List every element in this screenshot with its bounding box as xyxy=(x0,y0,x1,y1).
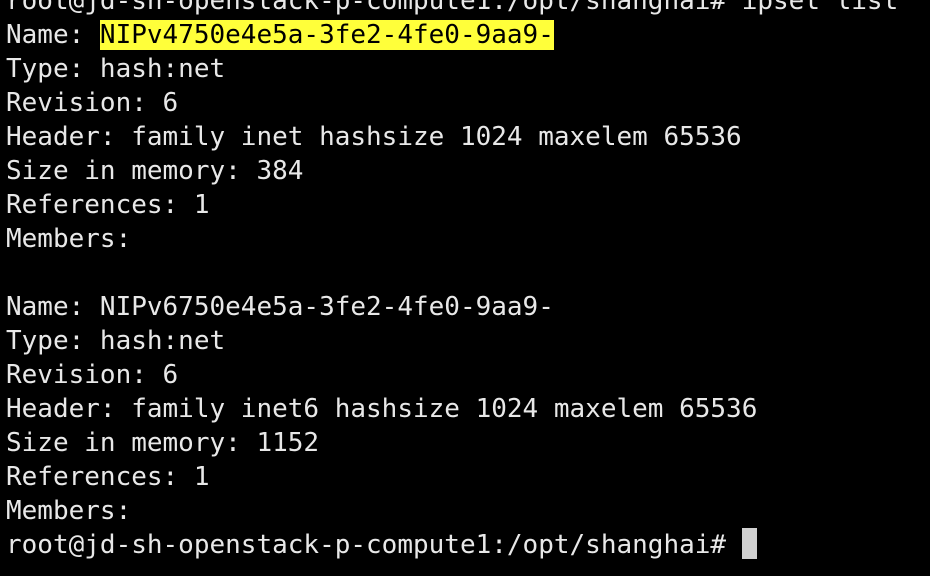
set1-type-line: Type: hash:net xyxy=(6,54,226,84)
set1-name-line: Name: NIPv4750e4e5a-3fe2-4fe0-9aa9- xyxy=(6,18,898,52)
set1-name-label: Name: xyxy=(6,20,100,50)
terminal-window[interactable]: root@jd-sh-openstack-p-compute1:/opt/sha… xyxy=(0,0,930,576)
set2-members-line: Members: xyxy=(6,496,132,526)
set2-references-line: References: 1 xyxy=(6,462,210,492)
set2-type-line: Type: hash:net xyxy=(6,326,226,356)
set2-revision-line: Revision: 6 xyxy=(6,360,179,390)
set2-size-line: Size in memory: 1152 xyxy=(6,428,320,458)
set1-size-line: Size in memory: 384 xyxy=(6,156,304,186)
set1-members-line: Members: xyxy=(6,224,132,254)
set2-header-line: Header: family inet6 hashsize 1024 maxel… xyxy=(6,394,758,424)
set1-references-line: References: 1 xyxy=(6,190,210,220)
set1-name-highlighted: NIPv4750e4e5a-3fe2-4fe0-9aa9- xyxy=(99,20,554,50)
terminal-output: root@jd-sh-openstack-p-compute1:/opt/sha… xyxy=(6,0,898,562)
text-cursor xyxy=(742,528,758,559)
command-prompt-line: root@jd-sh-openstack-p-compute1:/opt/sha… xyxy=(6,0,899,16)
set1-revision-line: Revision: 6 xyxy=(6,88,179,118)
set1-header-line: Header: family inet hashsize 1024 maxele… xyxy=(6,122,742,152)
shell-prompt: root@jd-sh-openstack-p-compute1:/opt/sha… xyxy=(6,530,727,560)
set2-name-line: Name: NIPv6750e4e5a-3fe2-4fe0-9aa9- xyxy=(6,292,554,322)
shell-prompt-line[interactable]: root@jd-sh-openstack-p-compute1:/opt/sha… xyxy=(6,528,898,562)
